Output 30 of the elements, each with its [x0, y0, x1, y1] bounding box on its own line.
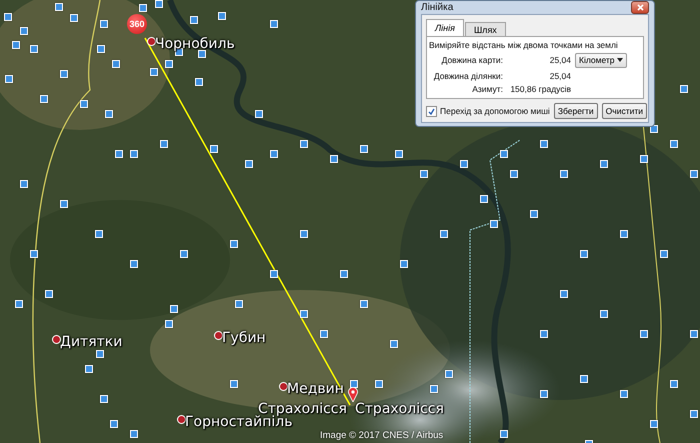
place-label: Горностайпіль — [185, 414, 292, 430]
location-pin-icon[interactable] — [348, 387, 358, 402]
place-dot-icon[interactable] — [177, 415, 186, 424]
dialog-button[interactable]: Очистити — [602, 103, 647, 119]
tab[interactable]: Лінія — [426, 19, 464, 36]
tab[interactable]: Шлях — [464, 22, 506, 36]
field-value: 25,04 — [548, 71, 571, 81]
place-label: Губин — [222, 330, 266, 346]
place-label: Страхолісся — [355, 401, 444, 417]
field-value: 150,86 градусів — [509, 84, 571, 94]
place-label: Чорнобиль — [155, 36, 235, 52]
place-label: Страхолісся — [258, 401, 347, 417]
image-attribution: Image © 2017 CNES / Airbus — [320, 430, 444, 441]
unit-dropdown[interactable]: Кілометр — [575, 52, 627, 68]
dialog-title: Лінійка — [421, 2, 454, 13]
instruction-text: Виміряйте відстань між двома точками на землі — [429, 40, 619, 50]
close-button[interactable] — [631, 1, 649, 14]
field-value: 25,04 — [548, 55, 571, 65]
caret-icon — [617, 58, 623, 62]
close-icon — [636, 4, 644, 11]
place-dot-icon[interactable] — [147, 37, 156, 46]
field-label: Довжина карти: — [440, 55, 503, 65]
checkbox-label: Перехід за допомогою миші — [440, 106, 550, 116]
place-dot-icon[interactable] — [279, 382, 288, 391]
dialog-button[interactable]: Зберегти — [554, 103, 598, 119]
place-label: Дитятки — [60, 334, 122, 350]
field-label: Довжина ділянки: — [432, 71, 503, 81]
checkbox[interactable] — [426, 106, 437, 116]
place-dot-icon[interactable] — [214, 331, 223, 340]
field-label: Азимут: — [471, 84, 503, 94]
